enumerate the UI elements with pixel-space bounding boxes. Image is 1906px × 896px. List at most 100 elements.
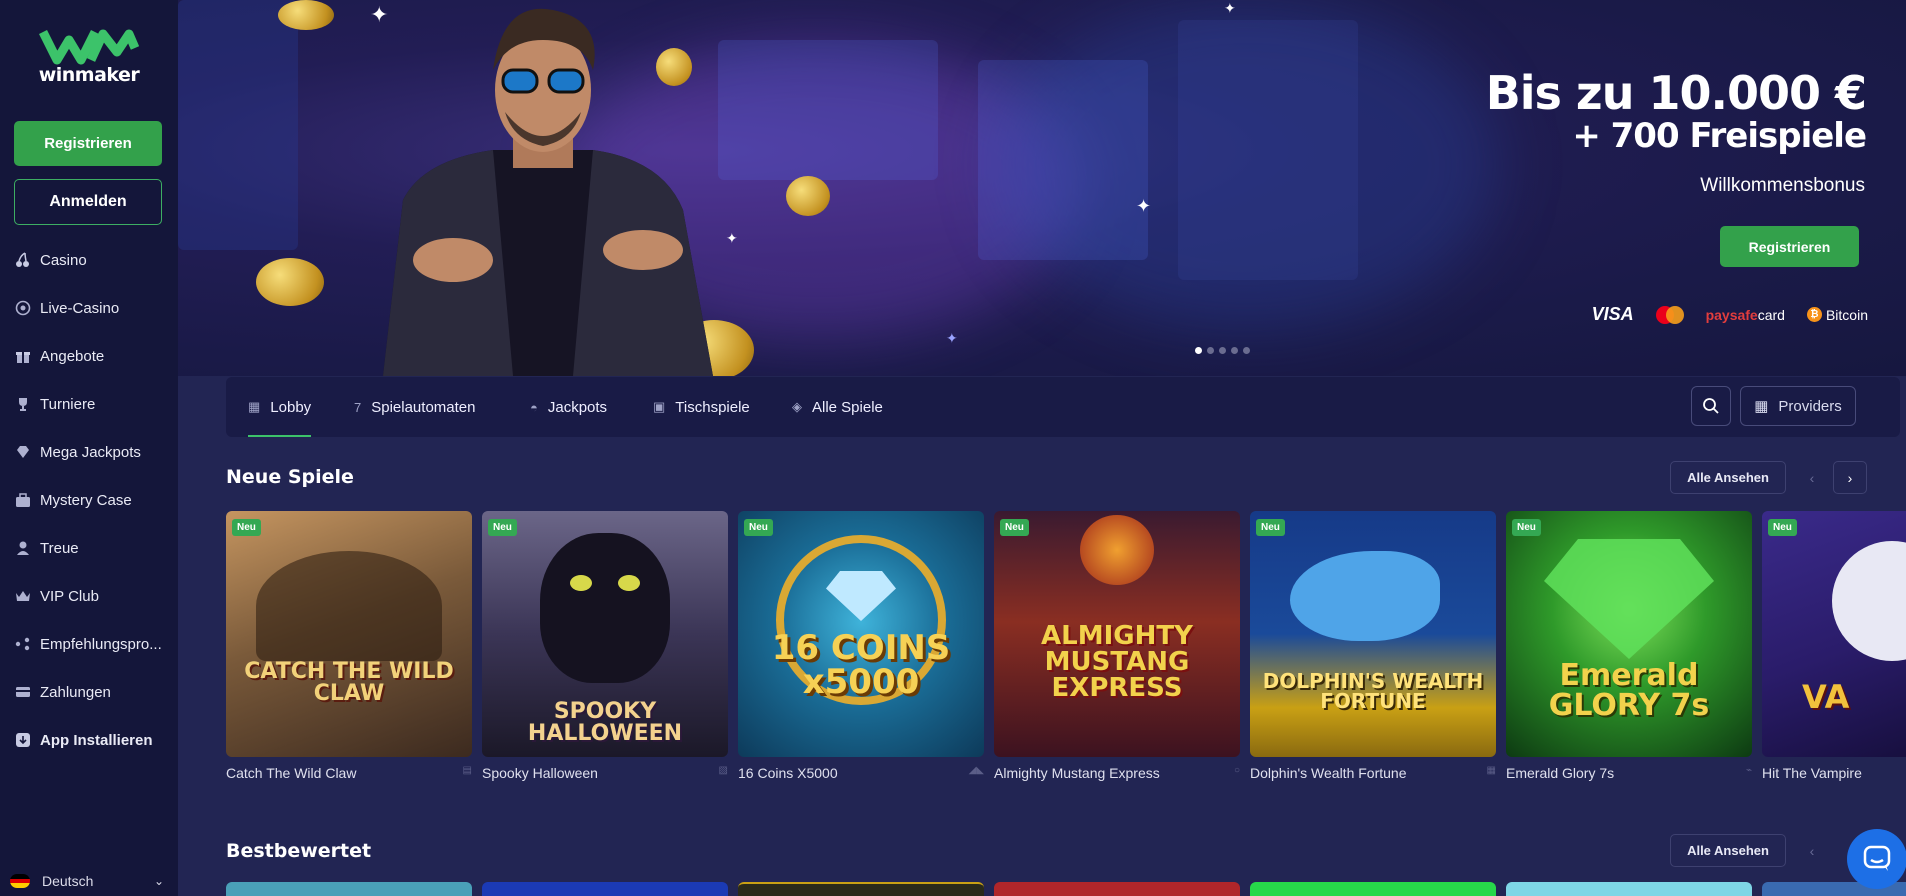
tab-jackpots[interactable]: ◓ Jackpots xyxy=(530,377,607,437)
winmaker-logo[interactable]: winmaker xyxy=(28,26,150,92)
sidebar-item-label: Casino xyxy=(40,251,87,269)
search-button[interactable] xyxy=(1691,386,1731,426)
game-art-title: SPOOKY HALLOWEEN xyxy=(527,699,683,746)
game-thumbnail[interactable] xyxy=(994,882,1240,896)
carousel-dot[interactable] xyxy=(1195,347,1202,354)
live-chat-button[interactable] xyxy=(1847,829,1906,889)
sidebar-item-angebote[interactable]: Angebote xyxy=(0,332,178,380)
provider-logo-icon: ⌁ xyxy=(1745,765,1752,776)
language-selector[interactable]: Deutsch ⌄ xyxy=(0,866,178,896)
providers-button[interactable]: ▦ Providers xyxy=(1740,386,1856,426)
game-thumbnail[interactable]: Neu SPOOKY HALLOWEEN xyxy=(482,511,728,757)
bitcoin-label: Bitcoin xyxy=(1825,306,1868,323)
carousel-dot[interactable] xyxy=(1219,347,1226,354)
game-thumbnail[interactable] xyxy=(738,882,984,896)
sidebar-item-label: App Installieren xyxy=(40,731,153,749)
game-card[interactable]: Neu SPOOKY HALLOWEEN Spooky Halloween ▧ xyxy=(482,511,728,781)
hero-bokeh xyxy=(178,0,298,250)
tab-tischspiele[interactable]: ▣ Tischspiele xyxy=(653,377,750,437)
game-thumbnail[interactable]: Neu CATCH THE WILD CLAW xyxy=(226,511,472,757)
mastercard-logo xyxy=(1655,305,1684,324)
hero-bokeh xyxy=(978,60,1148,260)
view-all-new-games-button[interactable]: Alle Ansehen xyxy=(1670,461,1786,494)
game-art-title: VA xyxy=(1802,678,1850,716)
carousel-prev-button[interactable]: ‹ xyxy=(1795,834,1829,867)
game-thumbnail[interactable]: Neu ALMIGHTY MUSTANG EXPRESS xyxy=(994,511,1240,757)
carousel-prev-button[interactable]: ‹ xyxy=(1795,461,1829,494)
chevron-down-icon: ⌄ xyxy=(153,874,164,888)
game-art-title: ALMIGHTY MUSTANG EXPRESS xyxy=(1041,621,1193,703)
sidebar-item-label: Empfehlungspro... xyxy=(40,635,162,653)
bitcoin-icon: ₿ xyxy=(1806,307,1822,322)
provider-logo-icon: ○ xyxy=(1233,765,1240,776)
new-badge: Neu xyxy=(488,519,517,536)
game-title: 16 Coins X5000 xyxy=(738,765,838,781)
tab-alle-spiele[interactable]: ◈ Alle Spiele xyxy=(792,377,883,437)
game-thumbnail[interactable]: Neu Emerald GLORY 7s xyxy=(1506,511,1752,757)
install-app-icon xyxy=(14,731,32,749)
game-thumbnail[interactable] xyxy=(1506,882,1752,896)
tab-label: Tischspiele xyxy=(675,398,750,416)
game-title: Dolphin's Wealth Fortune xyxy=(1250,765,1407,781)
sparkle-icon: ✦ xyxy=(1136,196,1152,216)
game-card[interactable]: Neu Emerald GLORY 7s Emerald Glory 7s ⌁ xyxy=(1506,511,1752,781)
game-thumbnail[interactable]: Neu VA xyxy=(1762,511,1906,757)
game-card[interactable]: Neu VA Hit The Vampire xyxy=(1762,511,1906,781)
sidebar-item-turniere[interactable]: Turniere xyxy=(0,380,178,428)
sidebar-item-mega-jackpots[interactable]: Mega Jackpots xyxy=(0,428,178,476)
section-title-new-games: Neue Spiele xyxy=(226,466,354,488)
game-card[interactable]: Neu 16 COINS x5000 16 Coins X5000 ◢◣ xyxy=(738,511,984,781)
search-icon xyxy=(1703,398,1719,414)
game-title: Almighty Mustang Express xyxy=(994,765,1160,781)
payment-methods: VISA paysafecard ₿ Bitcoin xyxy=(1592,304,1868,325)
hero-banner[interactable]: ✦ ✦ ✦ ✦ ✦ ✦ Bis zu 10.000 € + 700 Freisp… xyxy=(178,0,1906,376)
tab-spielautomaten[interactable]: 7 Spielautomaten xyxy=(354,377,475,437)
sidebar-item-mystery-case[interactable]: Mystery Case xyxy=(0,476,178,524)
category-tabs: ▦ Lobby 7 Spielautomaten ◓ Jackpots ▣ Ti… xyxy=(226,377,1900,437)
game-thumbnail[interactable] xyxy=(1250,882,1496,896)
register-button[interactable]: Registrieren xyxy=(14,121,162,166)
gold-coin-image xyxy=(278,0,334,30)
game-art-title: Emerald GLORY 7s xyxy=(1548,658,1710,723)
wallet-icon xyxy=(14,683,32,701)
sidebar-item-empfehlungsprogramm[interactable]: Empfehlungspro... xyxy=(0,620,178,668)
game-thumbnail[interactable] xyxy=(226,882,472,896)
sidebar-item-live-casino[interactable]: Live-Casino xyxy=(0,284,178,332)
carousel-dot[interactable] xyxy=(1231,347,1238,354)
slot-icon: 7 xyxy=(354,399,362,415)
hero-headline-amount: Bis zu 10.000 € xyxy=(1485,66,1867,120)
providers-label: Providers xyxy=(1778,397,1842,415)
sidebar-item-treue[interactable]: Treue xyxy=(0,524,178,572)
tab-lobby[interactable]: ▦ Lobby xyxy=(248,377,312,437)
paysafecard-logo: paysafecard xyxy=(1706,307,1785,323)
hero-headline-freespins: + 700 Freispiele xyxy=(1572,116,1867,156)
hero-register-button[interactable]: Registrieren xyxy=(1720,226,1859,267)
login-button[interactable]: Anmelden xyxy=(14,179,162,225)
carousel-next-button[interactable]: › xyxy=(1833,461,1867,494)
game-thumbnail[interactable] xyxy=(482,882,728,896)
game-art-title: 16 COINS x5000 xyxy=(771,628,951,702)
game-card[interactable]: Neu CATCH THE WILD CLAW Catch The Wild C… xyxy=(226,511,472,781)
game-thumbnail[interactable]: Neu 16 COINS x5000 xyxy=(738,511,984,757)
trophy-icon xyxy=(14,395,32,413)
game-art-fire xyxy=(1080,515,1154,585)
referral-icon xyxy=(14,635,32,653)
sidebar-item-vip-club[interactable]: VIP Club xyxy=(0,572,178,620)
sidebar-item-app-installieren[interactable]: App Installieren xyxy=(0,716,178,764)
game-card[interactable]: Neu DOLPHIN'S WEALTH FORTUNE Dolphin's W… xyxy=(1250,511,1496,781)
chevron-right-icon: › xyxy=(1847,469,1853,486)
sidebar-item-casino[interactable]: Casino xyxy=(0,236,178,284)
diamond-icon xyxy=(14,443,32,461)
sidebar-item-label: Mystery Case xyxy=(40,491,132,509)
german-flag-icon xyxy=(10,874,30,888)
provider-logo-icon: ▧ xyxy=(718,765,728,776)
sidebar-item-label: Turniere xyxy=(40,395,96,413)
paysafecard-logo-suffix: card xyxy=(1757,306,1785,323)
game-thumbnail[interactable]: Neu DOLPHIN'S WEALTH FORTUNE xyxy=(1250,511,1496,757)
view-all-top-rated-button[interactable]: Alle Ansehen xyxy=(1670,834,1786,867)
game-card[interactable]: Neu ALMIGHTY MUSTANG EXPRESS Almighty Mu… xyxy=(994,511,1240,781)
carousel-dot[interactable] xyxy=(1243,347,1250,354)
carousel-dot[interactable] xyxy=(1207,347,1214,354)
sidebar-item-zahlungen[interactable]: Zahlungen xyxy=(0,668,178,716)
hero-bokeh xyxy=(718,40,938,180)
